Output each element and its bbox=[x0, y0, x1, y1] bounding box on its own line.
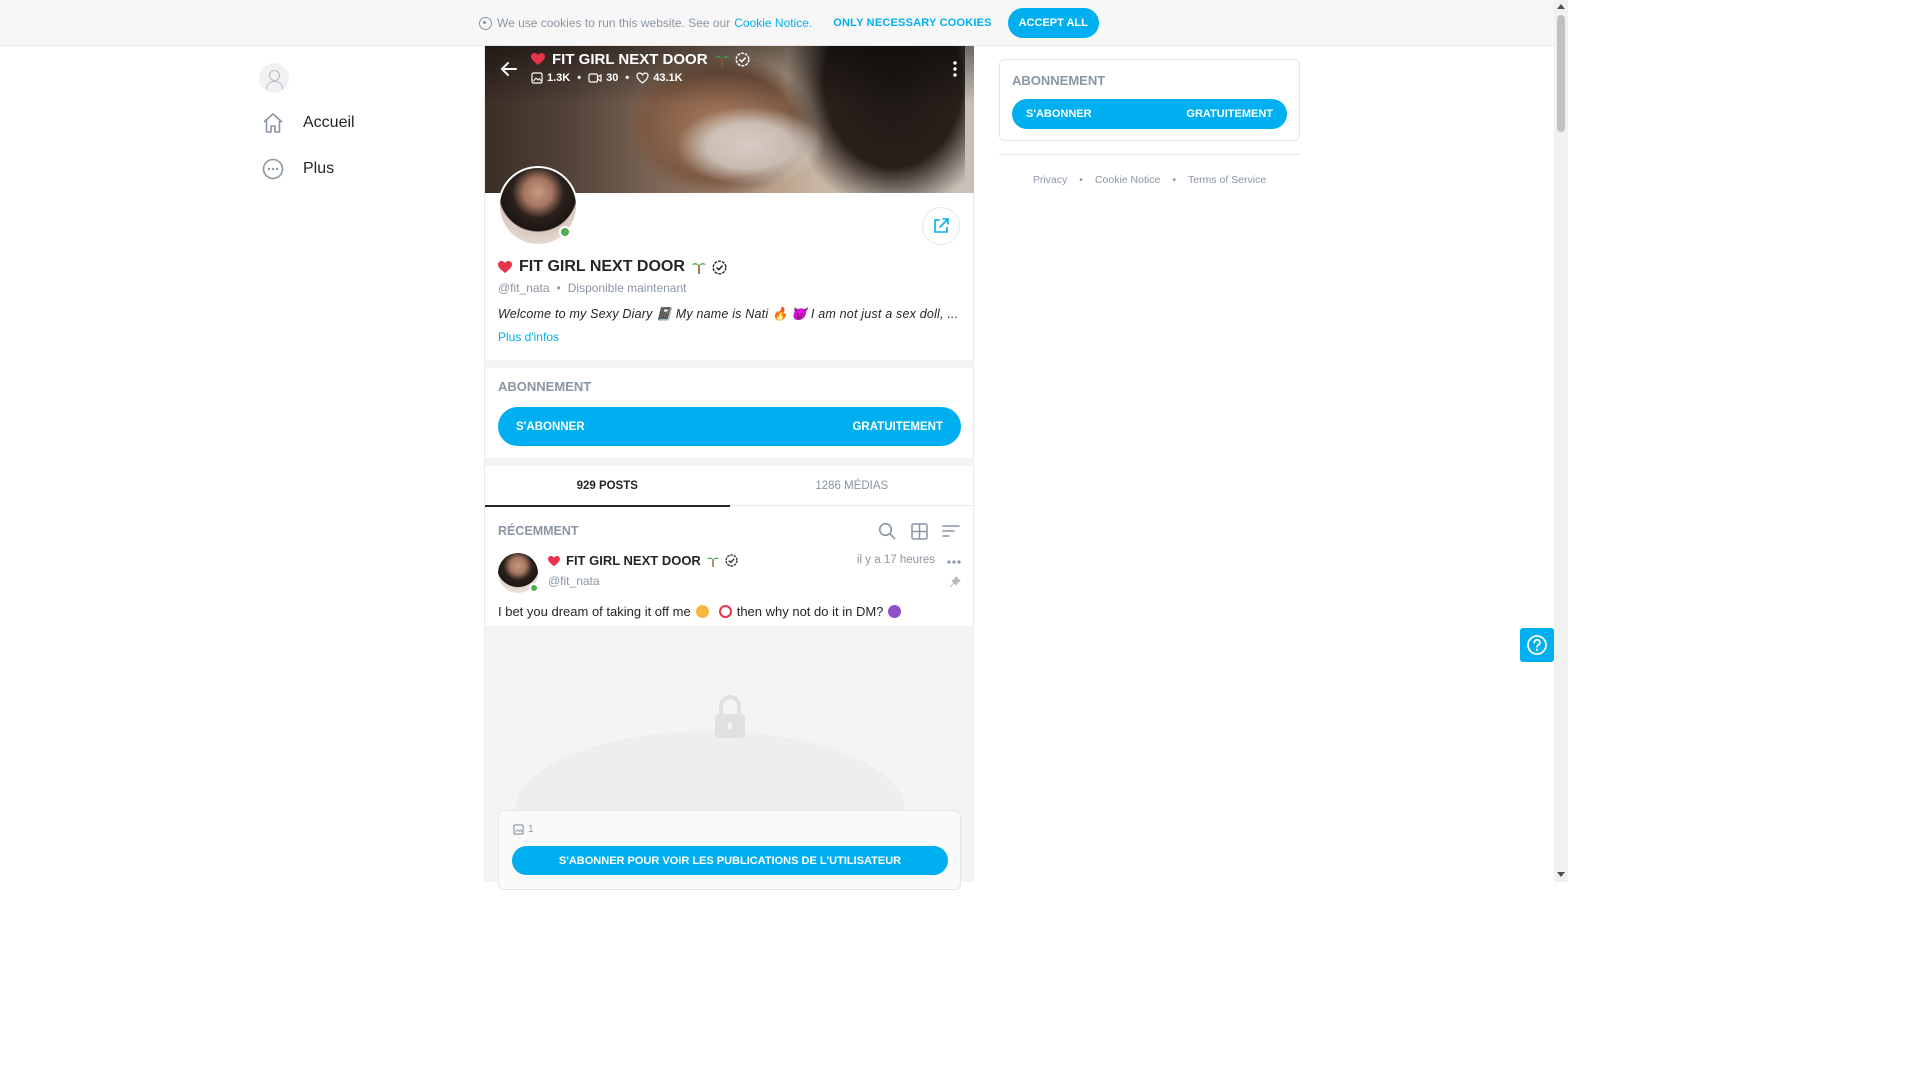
smiling-emoji-icon bbox=[695, 605, 709, 618]
cookie-bar-content: We use cookies to run this website. See … bbox=[479, 8, 1099, 38]
photo-count: 1.3K bbox=[531, 72, 570, 84]
post-text-part: then why not do it in DM? bbox=[736, 604, 884, 619]
sort-icon[interactable] bbox=[941, 521, 961, 541]
devil-emoji-icon bbox=[888, 605, 902, 618]
cover-stats: 1.3K • 30 • 43.1K bbox=[531, 72, 683, 84]
verified-icon bbox=[735, 52, 750, 67]
page-scrollbar[interactable] bbox=[1554, 0, 1568, 882]
profile-name: FIT GIRL NEXT DOOR bbox=[498, 258, 727, 276]
subscription-section-label: ABONNEMENT bbox=[498, 379, 592, 394]
cover-shape bbox=[675, 106, 825, 186]
home-icon bbox=[259, 109, 287, 137]
cover-title: FIT GIRL NEXT DOOR bbox=[531, 51, 750, 68]
accept-all-button[interactable]: ACCEPT ALL bbox=[1007, 8, 1099, 38]
subscribe-button[interactable]: S'ABONNER GRATUITEMENT bbox=[498, 407, 961, 446]
back-arrow-icon[interactable] bbox=[498, 58, 520, 80]
profile-bio: Welcome to my Sexy Diary 📓 My name is Na… bbox=[498, 307, 959, 321]
scroll-up-arrow-icon[interactable] bbox=[1557, 4, 1565, 9]
post-timestamp: il y a 17 heures bbox=[857, 554, 935, 566]
palm-tree-emoji-icon bbox=[714, 53, 729, 67]
scroll-down-arrow-icon[interactable] bbox=[1557, 872, 1565, 877]
post-author-name-text: FIT GIRL NEXT DOOR bbox=[566, 553, 701, 568]
profile-meta: @fit_nata • Disponible maintenant bbox=[498, 281, 687, 295]
no-entry-emoji-icon bbox=[718, 605, 732, 618]
profile-tabs: 929 POSTS 1286 MÉDIAS bbox=[485, 466, 975, 507]
media-count: 1 bbox=[513, 824, 534, 835]
search-icon[interactable] bbox=[877, 521, 897, 541]
sidebar-item-home[interactable]: Accueil bbox=[259, 100, 479, 146]
sidebar-item-label: Accueil bbox=[303, 114, 355, 131]
section-divider bbox=[485, 458, 974, 466]
verified-icon bbox=[725, 554, 738, 567]
grid-view-icon[interactable] bbox=[909, 521, 929, 541]
heart-emoji-icon bbox=[548, 555, 560, 567]
photo-count-value: 1.3K bbox=[547, 72, 571, 84]
image-icon bbox=[531, 72, 543, 84]
online-status-indicator bbox=[529, 583, 539, 593]
right-divider bbox=[999, 154, 1300, 155]
locked-post-card: 1 S'ABONNER POUR VOIR LES PUBLICATIONS D… bbox=[498, 810, 961, 890]
privacy-link[interactable]: Privacy bbox=[1033, 174, 1067, 186]
subscribe-label: S'ABONNER bbox=[1026, 108, 1092, 120]
subscribe-price: GRATUITEMENT bbox=[852, 420, 943, 433]
cookie-icon bbox=[479, 16, 492, 30]
section-divider bbox=[485, 360, 974, 368]
heart-emoji-icon bbox=[531, 53, 545, 66]
share-icon bbox=[934, 218, 949, 233]
help-button[interactable] bbox=[1520, 628, 1554, 662]
video-count-value: 30 bbox=[606, 72, 619, 84]
cookie-bar: We use cookies to run this website. See … bbox=[0, 0, 1554, 46]
terms-of-service-link[interactable]: Terms of Service bbox=[1188, 174, 1266, 186]
subscription-card-label: ABONNEMENT bbox=[1012, 73, 1106, 88]
sidebar: Accueil Plus bbox=[259, 63, 479, 192]
post-author-handle[interactable]: @fit_nata bbox=[548, 574, 600, 588]
palm-tree-emoji-icon bbox=[706, 555, 719, 567]
share-button[interactable] bbox=[922, 207, 960, 245]
post-text-part: I bet you dream of taking it off me bbox=[498, 604, 691, 619]
pin-icon bbox=[949, 575, 961, 588]
post-options-icon[interactable] bbox=[946, 555, 962, 567]
heart-outline-icon bbox=[636, 72, 649, 84]
media-count-value: 1 bbox=[528, 824, 534, 835]
user-avatar[interactable] bbox=[259, 63, 289, 93]
subscribe-to-view-button[interactable]: S'ABONNER POUR VOIR LES PUBLICATIONS DE … bbox=[512, 846, 948, 875]
likes-count: 43.1K bbox=[636, 72, 683, 84]
cookie-message: We use cookies to run this website. See … bbox=[497, 16, 731, 30]
profile-handle[interactable]: @fit_nata bbox=[498, 281, 550, 295]
post-author-name[interactable]: FIT GIRL NEXT DOOR bbox=[548, 553, 738, 568]
subscribe-price: GRATUITEMENT bbox=[1186, 108, 1273, 120]
likes-count-value: 43.1K bbox=[653, 72, 683, 84]
more-circle-icon bbox=[259, 155, 287, 183]
subscribe-button[interactable]: S'ABONNER GRATUITEMENT bbox=[1012, 99, 1287, 129]
video-count: 30 bbox=[588, 72, 618, 84]
feed-toolbar: RÉCEMMENT bbox=[498, 521, 961, 541]
online-status-indicator bbox=[559, 226, 571, 238]
kebab-menu-icon[interactable] bbox=[950, 60, 960, 78]
palm-tree-emoji-icon bbox=[691, 260, 706, 274]
help-icon bbox=[1527, 635, 1547, 655]
subscribe-label: S'ABONNER bbox=[516, 420, 585, 433]
cookie-notice-footer-link[interactable]: Cookie Notice bbox=[1095, 174, 1160, 186]
verified-icon bbox=[712, 259, 727, 275]
scrollbar-thumb[interactable] bbox=[1557, 15, 1565, 132]
tab-posts[interactable]: 929 POSTS bbox=[485, 466, 730, 507]
recent-label: RÉCEMMENT bbox=[498, 524, 579, 538]
post-text: I bet you dream of taking it off me then… bbox=[498, 604, 906, 619]
profile-column: FIT GIRL NEXT DOOR 1.3K • 30 • 43.1K FIT… bbox=[484, 46, 975, 890]
profile-name-text: FIT GIRL NEXT DOOR bbox=[519, 258, 685, 275]
only-necessary-cookies-button[interactable]: ONLY NECESSARY COOKIES bbox=[833, 17, 991, 29]
heart-emoji-icon bbox=[498, 260, 512, 274]
lock-icon bbox=[713, 694, 747, 740]
cookie-notice-link[interactable]: Cookie Notice. bbox=[734, 16, 812, 30]
subscription-card: ABONNEMENT S'ABONNER GRATUITEMENT bbox=[999, 59, 1300, 141]
footer-links: Privacy • Cookie Notice • Terms of Servi… bbox=[1032, 174, 1267, 186]
image-icon bbox=[513, 824, 524, 835]
more-info-link[interactable]: Plus d'infos bbox=[498, 330, 559, 344]
tab-media[interactable]: 1286 MÉDIAS bbox=[730, 466, 975, 506]
sidebar-item-more[interactable]: Plus bbox=[259, 146, 479, 192]
cover-profile-name: FIT GIRL NEXT DOOR bbox=[552, 51, 708, 68]
video-icon bbox=[588, 73, 602, 83]
availability-status: Disponible maintenant bbox=[567, 281, 687, 295]
sidebar-item-label: Plus bbox=[303, 160, 335, 177]
